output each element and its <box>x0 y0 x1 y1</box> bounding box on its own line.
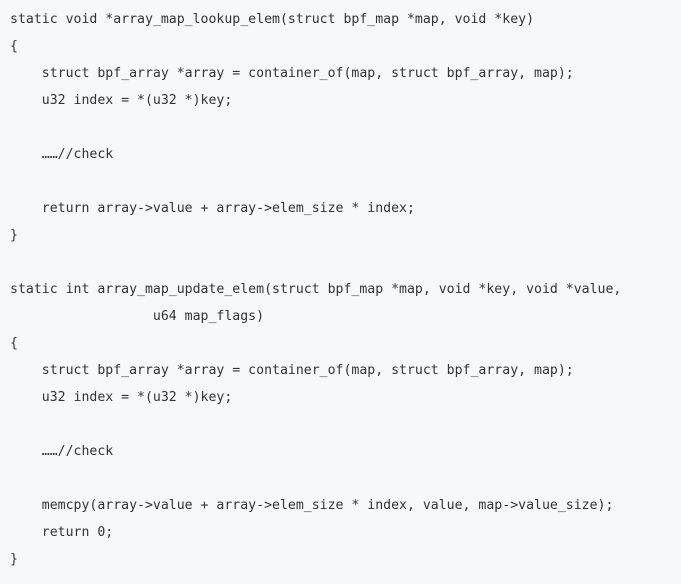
code-line-lookup-signature: static void *array_map_lookup_elem(struc… <box>10 12 535 27</box>
code-line-close-brace: } <box>10 552 18 567</box>
code-line-return-zero: return 0; <box>10 525 114 540</box>
code-line-array-decl: struct bpf_array *array = container_of(m… <box>10 66 574 81</box>
code-line-array-decl: struct bpf_array *array = container_of(m… <box>10 363 574 378</box>
code-line-check-comment: ……//check <box>10 147 114 162</box>
code-line-index-decl: u32 index = *(u32 *)key; <box>10 93 233 108</box>
code-line-update-signature-cont: u64 map_flags) <box>10 309 265 324</box>
code-line-check-comment: ……//check <box>10 444 114 459</box>
code-line-open-brace: { <box>10 39 18 54</box>
code-line-close-brace: } <box>10 228 18 243</box>
code-line-return-value: return array->value + array->elem_size *… <box>10 201 415 216</box>
code-line-memcpy: memcpy(array->value + array->elem_size *… <box>10 498 614 513</box>
code-line-open-brace: { <box>10 336 18 351</box>
code-line-update-signature: static int array_map_update_elem(struct … <box>10 282 622 297</box>
code-block: static void *array_map_lookup_elem(struc… <box>0 0 681 584</box>
code-line-index-decl: u32 index = *(u32 *)key; <box>10 390 233 405</box>
